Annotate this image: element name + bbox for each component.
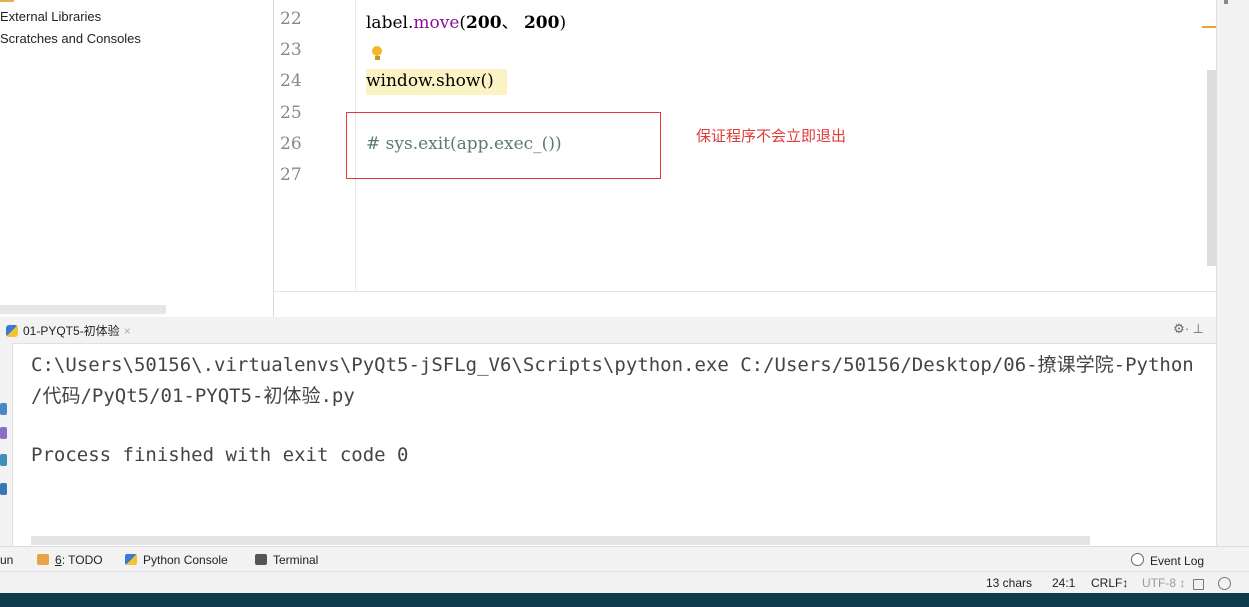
tool-window-run[interactable]: un — [0, 553, 13, 567]
editor-vertical-scrollbar[interactable] — [1207, 70, 1216, 266]
tree-item-label: Scratches and Consoles — [0, 31, 141, 46]
run-panel-header: 01-PYQT5-初体验 × ⚙· ⊥ — [0, 317, 1216, 344]
lightbulb-base — [375, 56, 380, 60]
trash-icon[interactable] — [0, 483, 7, 495]
annotation-text: 保证程序不会立即退出 — [696, 127, 847, 145]
run-tab[interactable]: 01-PYQT5-初体验 × — [6, 322, 131, 339]
right-edge-mark — [1224, 0, 1228, 4]
tool-window-terminal[interactable]: Terminal — [255, 553, 318, 567]
tool-window-label: un — [0, 553, 14, 567]
run-side-toolbar — [0, 343, 13, 546]
tool-window-label: Terminal — [273, 553, 319, 567]
lightbulb-icon[interactable] — [372, 46, 382, 56]
project-horizontal-scrollbar[interactable] — [0, 305, 166, 314]
console-horizontal-scrollbar[interactable] — [31, 536, 1090, 545]
console-line: /代码/PyQt5/01-PYQT5-初体验.py — [31, 385, 355, 407]
line-number: 22 — [280, 9, 302, 29]
close-tab-icon[interactable]: × — [124, 324, 131, 338]
code-token: label. — [366, 13, 414, 33]
editor-right-strip — [1216, 0, 1249, 317]
tool-window-label: Event Log — [1150, 554, 1205, 568]
rerun-icon[interactable] — [0, 403, 7, 415]
inspector-icon[interactable] — [1218, 577, 1231, 590]
run-tab-label: 01-PYQT5-初体验 — [23, 324, 120, 338]
caret-position[interactable]: 24:1 — [1052, 576, 1075, 590]
editor-divider — [274, 291, 1216, 292]
code-line-24: window.show() — [366, 71, 494, 91]
line-number: 26 — [280, 134, 302, 154]
tree-item-external-libraries[interactable]: External Libraries — [0, 9, 101, 24]
code-token-number: 200 — [523, 13, 560, 33]
code-token: ) — [559, 13, 567, 33]
code-line-22: label.move(200、 200) — [366, 8, 566, 33]
line-number: 24 — [280, 71, 302, 91]
line-number-gutter: 22 23 24 25 26 27 — [274, 0, 356, 292]
python-file-icon — [6, 325, 18, 337]
print-icon[interactable] — [0, 454, 7, 466]
code-token: () — [480, 71, 494, 91]
folder-icon — [0, 0, 14, 2]
python-console-icon — [125, 554, 137, 565]
console-line: Process finished with exit code 0 — [31, 444, 409, 466]
tool-window-python-console[interactable]: Python Console — [125, 553, 228, 567]
code-editor[interactable]: 22 23 24 25 26 27 label.move(200、 200) w… — [274, 0, 1216, 317]
console-output[interactable]: C:\Users\50156\.virtualenvs\PyQt5-jSFLg_… — [13, 344, 1216, 545]
todo-icon — [37, 554, 49, 565]
code-token-method: move — [413, 13, 460, 33]
code-token: window. — [366, 71, 436, 91]
stop-icon[interactable] — [0, 427, 7, 439]
project-tree: External Libraries Scratches and Console… — [0, 0, 273, 317]
line-number: 25 — [280, 103, 302, 123]
console-line: C:\Users\50156\.virtualenvs\PyQt5-jSFLg_… — [31, 354, 1194, 376]
tool-window-label: : TODO — [61, 553, 103, 567]
taskbar — [0, 593, 1249, 607]
tool-window-shortcut: 6 — [55, 553, 62, 567]
line-number: 27 — [280, 165, 302, 185]
tree-item-scratches[interactable]: Scratches and Consoles — [0, 31, 141, 46]
tree-item-partial[interactable] — [0, 0, 60, 4]
run-panel-settings-icon[interactable]: ⚙· ⊥ — [1173, 321, 1204, 337]
error-stripe-mark[interactable] — [1202, 26, 1216, 28]
tool-window-event-log[interactable]: Event Log — [1131, 553, 1204, 568]
tool-window-todo[interactable]: 6: TODO — [37, 553, 103, 567]
tool-window-bar: un 6: TODO Python Console Terminal Event… — [0, 546, 1249, 572]
tree-item-label: External Libraries — [0, 9, 102, 24]
line-number: 23 — [280, 40, 302, 60]
run-right-strip — [1216, 317, 1249, 546]
tool-window-label: Python Console — [143, 553, 228, 567]
event-log-icon — [1131, 553, 1144, 566]
terminal-icon — [255, 554, 267, 565]
selection-chars: 13 chars — [986, 576, 1033, 590]
code-token: 、 — [501, 13, 524, 33]
code-token-method: show — [436, 71, 481, 91]
lock-icon[interactable] — [1193, 579, 1204, 590]
code-token-number: 200 — [466, 13, 502, 33]
line-separator[interactable]: CRLF↕ — [1091, 576, 1128, 590]
highlight-box — [346, 112, 661, 179]
file-encoding[interactable]: UTF-8 ↕ — [1142, 576, 1185, 590]
status-bar: 13 chars 24:1 CRLF↕ UTF-8 ↕ — [0, 571, 1249, 594]
